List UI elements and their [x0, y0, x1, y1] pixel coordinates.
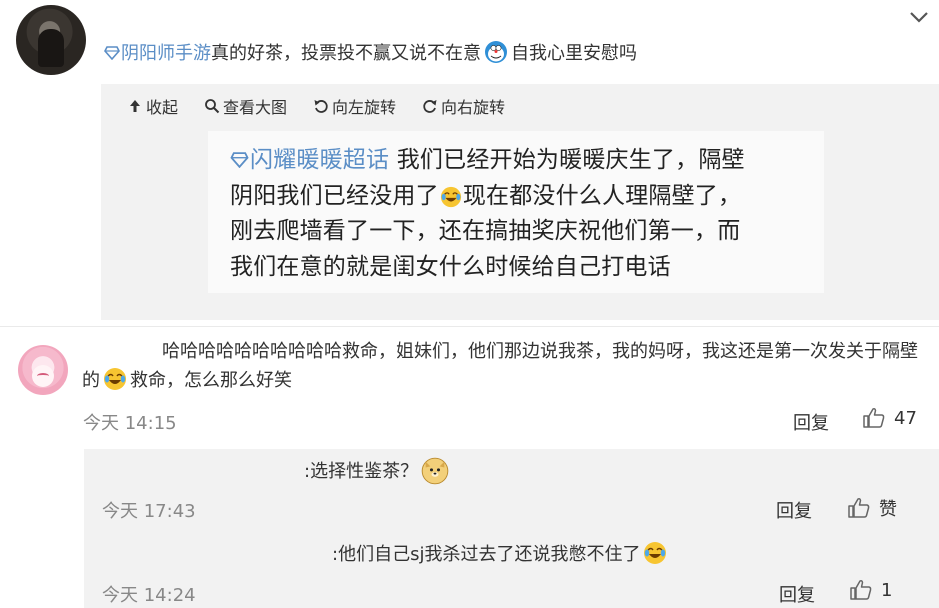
rotate-right-icon: [423, 100, 437, 113]
image-diamond-icon: [230, 152, 249, 168]
like-count: 47: [894, 407, 917, 429]
thumb-up-icon: [848, 497, 870, 518]
doge-emoji-icon: [421, 457, 449, 485]
image-line2a: 阴阳我们已经没用了: [230, 182, 439, 209]
super-topic-label: 阴阳师手游: [121, 43, 211, 64]
comment-item: 哈哈哈哈哈哈哈哈哈哈救命，姐妹们，他们那边说我茶，我的妈呀，我这还是第一次发关于…: [0, 326, 939, 446]
image-line2b: 现在都没什么人理隔壁了，: [462, 182, 742, 209]
reply-thread: :选择性鉴茶？ 今天 17:43 回复 赞 :他们自己sj我杀过去了还说我憋不住…: [84, 449, 939, 608]
comment-text-part2: 救命，怎么那么好笑: [130, 370, 292, 391]
reply-timestamp: 今天 17:43: [102, 501, 196, 522]
like-count: 1: [881, 579, 893, 601]
post-text-part1: 真的好茶，投票投不赢又说不在意: [211, 43, 481, 64]
image-line3: 刚去爬墙看了一下，还在搞抽奖庆祝他们第一，而: [230, 218, 741, 244]
view-large-label: 查看大图: [223, 98, 288, 117]
reply-text: :他们自己sj我杀过去了还说我憋不住了: [332, 541, 670, 569]
like-button[interactable]: 47: [862, 407, 917, 429]
like-count: 赞: [879, 499, 897, 520]
image-line4: 我们在意的就是闺女什么时候给自己打电话: [230, 253, 671, 280]
magnifier-icon: [205, 99, 220, 114]
reply-button[interactable]: 回复: [779, 581, 815, 607]
rotate-left-icon: [314, 100, 328, 113]
image-tag-label: 闪耀暖暖超话: [250, 147, 390, 173]
rotate-left-label: 向左旋转: [332, 98, 397, 117]
thumb-up-icon: [863, 407, 885, 428]
doraemon-emoji-icon: [485, 41, 507, 63]
post-text-part2: 自我心里安慰吗: [511, 43, 637, 64]
comment-text: 哈哈哈哈哈哈哈哈哈哈救命，姐妹们，他们那边说我茶，我的妈呀，我这还是第一次发关于…: [82, 337, 922, 395]
reply-timestamp: 今天 14:24: [102, 585, 196, 606]
laugh-cry-emoji-icon: [440, 186, 461, 207]
collapse-button[interactable]: 收起: [127, 94, 178, 118]
comment-timestamp: 今天 14:15: [83, 413, 177, 434]
laugh-cry-emoji-icon: [104, 368, 126, 390]
attached-image[interactable]: 闪耀暖暖超话 我们已经开始为暖暖庆生了，隔壁 阴阳我们已经没用了 现在都没什么人理…: [208, 131, 824, 293]
super-topic-link[interactable]: 阴阳师手游: [104, 43, 211, 64]
thumb-up-icon: [850, 579, 872, 600]
rotate-right-label: 向右旋转: [441, 98, 506, 117]
view-large-button[interactable]: 查看大图: [204, 94, 287, 118]
laugh-cry-emoji-icon: [644, 542, 667, 564]
super-topic-diamond-icon: [104, 46, 120, 60]
image-text: 闪耀暖暖超话 我们已经开始为暖暖庆生了，隔壁 阴阳我们已经没用了 现在都没什么人理…: [230, 143, 810, 285]
media-toolbar: 收起 查看大图 向左旋转 向右旋转: [127, 94, 505, 118]
reply-text: :选择性鉴茶？: [304, 457, 452, 486]
post-text: 阴阳师手游真的好茶，投票投不赢又说不在意 自我心里安慰吗: [104, 40, 637, 67]
collapse-label: 收起: [146, 98, 179, 117]
reply-button[interactable]: 回复: [776, 497, 812, 523]
reply-text-content: :选择性鉴茶？: [304, 461, 419, 482]
chevron-down-icon[interactable]: [908, 8, 930, 26]
reply-text-content: :他们自己sj我杀过去了还说我憋不住了: [332, 544, 641, 565]
media-panel: 收起 查看大图 向左旋转 向右旋转 闪耀暖暖超话 我们已经开始为暖暖庆生了，隔壁…: [101, 84, 939, 320]
rotate-right-button[interactable]: 向右旋转: [422, 94, 505, 118]
commenter-avatar[interactable]: [18, 345, 68, 395]
image-line1: 我们已经开始为暖暖庆生了，隔壁: [396, 147, 745, 173]
poster-avatar[interactable]: [16, 5, 86, 75]
image-super-topic: 闪耀暖暖超话: [230, 147, 389, 173]
like-button[interactable]: 赞: [847, 495, 897, 521]
like-button[interactable]: 1: [849, 579, 892, 601]
reply-button[interactable]: 回复: [793, 409, 829, 435]
rotate-left-button[interactable]: 向左旋转: [313, 94, 396, 118]
arrow-up-icon: [130, 100, 140, 112]
